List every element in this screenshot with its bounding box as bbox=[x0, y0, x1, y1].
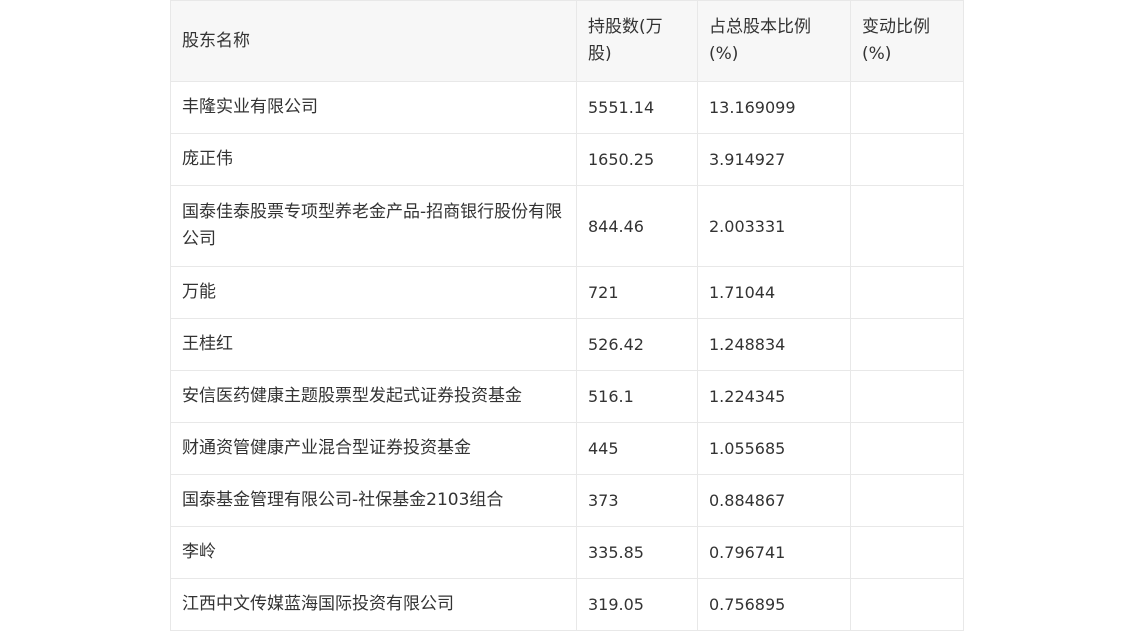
cell-shares-held: 335.85 bbox=[576, 526, 698, 579]
cell-shareholder-name: 万能 bbox=[170, 266, 577, 319]
cell-change-ratio bbox=[850, 185, 964, 267]
cell-shares-held: 319.05 bbox=[576, 578, 698, 631]
cell-share-ratio: 1.224345 bbox=[697, 370, 851, 423]
table-row: 王桂红 526.42 1.248834 bbox=[170, 318, 964, 371]
cell-share-ratio: 0.884867 bbox=[697, 474, 851, 527]
header-shares-held: 持股数(万股) bbox=[576, 0, 698, 82]
cell-change-ratio bbox=[850, 266, 964, 319]
cell-change-ratio bbox=[850, 422, 964, 475]
cell-share-ratio: 1.71044 bbox=[697, 266, 851, 319]
cell-shareholder-name: 丰隆实业有限公司 bbox=[170, 81, 577, 134]
cell-shareholder-name: 安信医药健康主题股票型发起式证券投资基金 bbox=[170, 370, 577, 423]
cell-change-ratio bbox=[850, 578, 964, 631]
cell-change-ratio bbox=[850, 370, 964, 423]
cell-shares-held: 844.46 bbox=[576, 185, 698, 267]
table-row: 国泰佳泰股票专项型养老金产品-招商银行股份有限公司 844.46 2.00333… bbox=[170, 185, 964, 267]
table-header: 股东名称 持股数(万股) 占总股本比例(%) 变动比例(%) bbox=[170, 0, 964, 82]
cell-share-ratio: 0.756895 bbox=[697, 578, 851, 631]
cell-shareholder-name: 李岭 bbox=[170, 526, 577, 579]
cell-share-ratio: 3.914927 bbox=[697, 133, 851, 186]
cell-shares-held: 516.1 bbox=[576, 370, 698, 423]
cell-change-ratio bbox=[850, 318, 964, 371]
header-share-ratio: 占总股本比例(%) bbox=[697, 0, 851, 82]
cell-shareholder-name: 江西中文传媒蓝海国际投资有限公司 bbox=[170, 578, 577, 631]
cell-change-ratio bbox=[850, 474, 964, 527]
cell-shares-held: 5551.14 bbox=[576, 81, 698, 134]
table-row: 万能 721 1.71044 bbox=[170, 266, 964, 319]
cell-share-ratio: 0.796741 bbox=[697, 526, 851, 579]
header-change-ratio: 变动比例(%) bbox=[850, 0, 964, 82]
cell-shares-held: 1650.25 bbox=[576, 133, 698, 186]
cell-share-ratio: 1.248834 bbox=[697, 318, 851, 371]
cell-shareholder-name: 王桂红 bbox=[170, 318, 577, 371]
cell-shareholder-name: 庞正伟 bbox=[170, 133, 577, 186]
table-row: 庞正伟 1650.25 3.914927 bbox=[170, 133, 964, 186]
cell-shares-held: 373 bbox=[576, 474, 698, 527]
table-row: 国泰基金管理有限公司-社保基金2103组合 373 0.884867 bbox=[170, 474, 964, 527]
table-row: 安信医药健康主题股票型发起式证券投资基金 516.1 1.224345 bbox=[170, 370, 964, 423]
cell-share-ratio: 1.055685 bbox=[697, 422, 851, 475]
cell-shares-held: 526.42 bbox=[576, 318, 698, 371]
cell-shareholder-name: 国泰基金管理有限公司-社保基金2103组合 bbox=[170, 474, 577, 527]
cell-shareholder-name: 国泰佳泰股票专项型养老金产品-招商银行股份有限公司 bbox=[170, 185, 577, 267]
table-row: 江西中文传媒蓝海国际投资有限公司 319.05 0.756895 bbox=[170, 578, 964, 631]
cell-change-ratio bbox=[850, 133, 964, 186]
table-row: 财通资管健康产业混合型证券投资基金 445 1.055685 bbox=[170, 422, 964, 475]
header-shareholder-name: 股东名称 bbox=[170, 0, 577, 82]
table-body: 丰隆实业有限公司 5551.14 13.169099 庞正伟 1650.25 3… bbox=[170, 81, 964, 631]
cell-shares-held: 445 bbox=[576, 422, 698, 475]
shareholder-table: 股东名称 持股数(万股) 占总股本比例(%) 变动比例(%) 丰隆实业有限公司 … bbox=[170, 0, 964, 631]
table-row: 丰隆实业有限公司 5551.14 13.169099 bbox=[170, 81, 964, 134]
cell-shares-held: 721 bbox=[576, 266, 698, 319]
table-row: 李岭 335.85 0.796741 bbox=[170, 526, 964, 579]
header-row: 股东名称 持股数(万股) 占总股本比例(%) 变动比例(%) bbox=[170, 0, 964, 82]
shareholder-table-container: 股东名称 持股数(万股) 占总股本比例(%) 变动比例(%) 丰隆实业有限公司 … bbox=[170, 0, 964, 631]
cell-change-ratio bbox=[850, 526, 964, 579]
cell-shareholder-name: 财通资管健康产业混合型证券投资基金 bbox=[170, 422, 577, 475]
cell-share-ratio: 2.003331 bbox=[697, 185, 851, 267]
cell-change-ratio bbox=[850, 81, 964, 134]
cell-share-ratio: 13.169099 bbox=[697, 81, 851, 134]
